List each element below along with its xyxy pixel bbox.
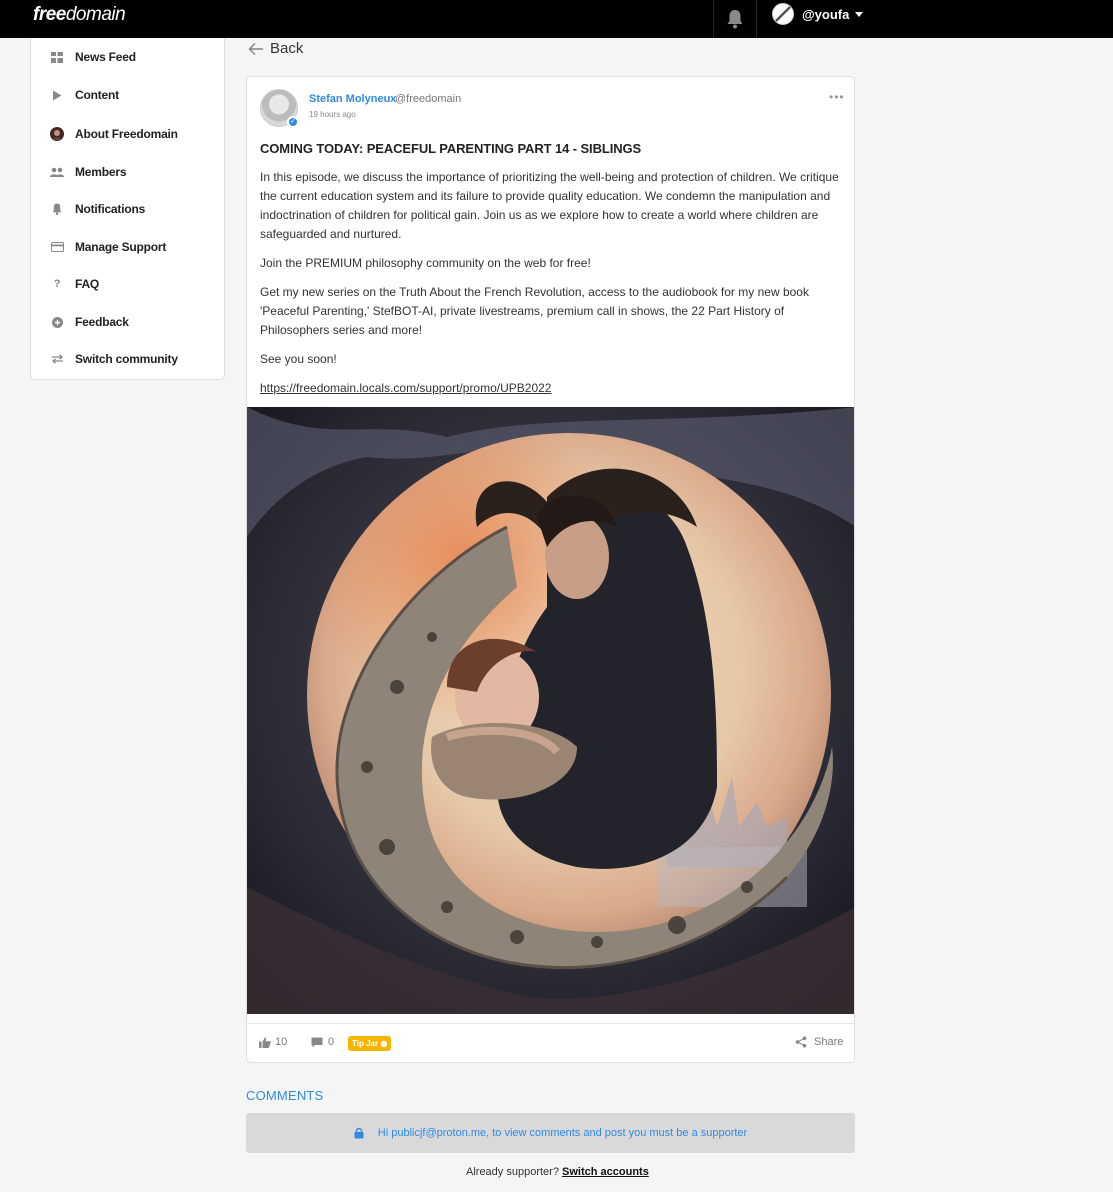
sidebar-item-news-feed[interactable]: News Feed bbox=[50, 50, 136, 64]
comment-icon bbox=[311, 1037, 323, 1047]
sidebar-item-notifications[interactable]: Notifications bbox=[50, 202, 145, 216]
verified-badge-icon: ✓ bbox=[287, 116, 299, 128]
sidebar-item-members[interactable]: Members bbox=[50, 165, 126, 179]
thumbs-up-icon bbox=[259, 1037, 271, 1048]
tip-jar-label: Tip Jar bbox=[352, 1039, 379, 1048]
sidebar-item-label: Manage Support bbox=[75, 240, 167, 254]
sidebar-item-manage-support[interactable]: Manage Support bbox=[50, 240, 166, 254]
post-paragraph: Join the PREMIUM philosophy community on… bbox=[260, 256, 591, 270]
freedomain-logo[interactable]: freedomain bbox=[33, 4, 126, 26]
sidebar-item-label: About Freedomain bbox=[75, 127, 178, 141]
bell-icon bbox=[50, 202, 64, 216]
share-button[interactable]: Share bbox=[795, 1036, 843, 1048]
coin-icon: ◉ bbox=[380, 1039, 388, 1048]
comments-locked-banner: Hi publicjf@proton.me, to view comments … bbox=[246, 1113, 855, 1153]
sidebar-item-label: FAQ bbox=[75, 277, 100, 291]
sidebar-item-feedback[interactable]: Feedback bbox=[50, 315, 129, 329]
sidebar-item-content[interactable]: Content bbox=[50, 88, 119, 102]
bell-icon bbox=[727, 10, 743, 29]
more-options-icon[interactable]: ••• bbox=[829, 90, 845, 104]
sidebar-item-label: Content bbox=[75, 88, 119, 102]
users-icon bbox=[50, 165, 64, 179]
comment-button[interactable]: 0 bbox=[311, 1036, 334, 1048]
post-paragraph: Get my new series on the Truth About the… bbox=[260, 285, 809, 337]
community-avatar-icon bbox=[50, 127, 64, 141]
like-count: 10 bbox=[275, 1036, 288, 1048]
author-handle: @freedomain bbox=[395, 93, 462, 105]
sidebar-item-faq[interactable]: ? FAQ bbox=[50, 277, 100, 291]
notifications-button[interactable] bbox=[713, 0, 757, 38]
like-button[interactable]: 10 bbox=[259, 1036, 287, 1048]
user-menu[interactable]: @youfa bbox=[772, 2, 864, 26]
grid-icon bbox=[50, 50, 64, 64]
sidebar-item-label: Notifications bbox=[75, 202, 146, 216]
back-label: Back bbox=[270, 40, 304, 57]
post-title: COMING TODAY: PEACEFUL PARENTING PART 14… bbox=[260, 141, 642, 156]
already-supporter-text: Already supporter? bbox=[466, 1166, 559, 1178]
credit-card-icon bbox=[50, 240, 64, 254]
sidebar-item-label: News Feed bbox=[75, 50, 136, 64]
author-name[interactable]: Stefan Molyneux bbox=[309, 93, 396, 105]
sidebar-item-about-freedomain[interactable]: About Freedomain bbox=[50, 127, 178, 141]
back-button[interactable]: Back bbox=[248, 40, 303, 57]
username-label: @youfa bbox=[802, 6, 850, 22]
already-supporter-line: Already supporter? Switch accounts bbox=[466, 1166, 649, 1178]
post-artwork bbox=[247, 407, 854, 1014]
switch-accounts-link[interactable]: Switch accounts bbox=[562, 1166, 649, 1178]
promo-link[interactable]: https://freedomain.locals.com/support/pr… bbox=[260, 381, 551, 395]
sidebar-item-label: Feedback bbox=[75, 315, 129, 329]
sidebar: News Feed Content About Freedomain Membe… bbox=[30, 38, 225, 380]
comments-heading: COMMENTS bbox=[246, 1088, 324, 1103]
arrow-left-icon bbox=[248, 42, 263, 55]
plus-circle-icon bbox=[50, 315, 64, 329]
post-paragraph: In this episode, we discuss the importan… bbox=[260, 170, 839, 241]
post-footer: 10 0 Tip Jar ◉ Share bbox=[247, 1023, 854, 1062]
lock-icon bbox=[354, 1127, 364, 1139]
chevron-down-icon bbox=[855, 11, 864, 17]
play-icon bbox=[50, 88, 64, 102]
top-bar: freedomain @youfa bbox=[0, 0, 1113, 38]
sidebar-item-label: Switch community bbox=[75, 352, 178, 366]
locked-message: Hi publicjf@proton.me, to view comments … bbox=[377, 1127, 748, 1139]
share-icon bbox=[795, 1036, 807, 1048]
post-timestamp: 19 hours ago bbox=[309, 110, 356, 119]
avatar bbox=[772, 3, 794, 25]
sidebar-item-switch-community[interactable]: Switch community bbox=[50, 352, 178, 366]
question-icon: ? bbox=[53, 278, 61, 290]
sidebar-item-label: Members bbox=[75, 165, 127, 179]
comment-count: 0 bbox=[328, 1036, 335, 1048]
swap-icon bbox=[50, 352, 64, 366]
share-label: Share bbox=[814, 1036, 844, 1048]
post-paragraph: See you soon! bbox=[260, 352, 337, 366]
post-image[interactable] bbox=[247, 407, 854, 1014]
tip-jar-button[interactable]: Tip Jar ◉ bbox=[348, 1036, 392, 1051]
post-card: ✓ Stefan Molyneux @freedomain 19 hours a… bbox=[246, 76, 855, 1063]
